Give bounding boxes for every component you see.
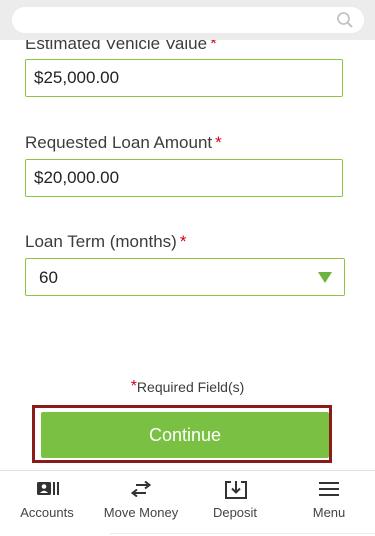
- loan-term-label-text: Loan Term (months): [25, 232, 177, 251]
- loan-term-label: Loan Term (months) *: [25, 232, 186, 252]
- tab-move-money-label: Move Money: [103, 505, 179, 520]
- transfer-arrows-icon: [131, 481, 151, 497]
- tab-move-money[interactable]: Move Money: [94, 471, 188, 536]
- bottom-tab-bar: Accounts Move Money Deposit Menu: [0, 470, 375, 536]
- tab-menu-label: Menu: [312, 505, 346, 520]
- top-search-bar: [0, 0, 375, 40]
- vehicle-value-input[interactable]: $25,000.00: [25, 59, 343, 97]
- divider: [110, 533, 375, 534]
- required-fields-note: *Required Field(s): [0, 378, 375, 396]
- loan-amount-input[interactable]: $20,000.00: [25, 159, 343, 197]
- continue-button[interactable]: Continue: [41, 412, 329, 458]
- deposit-icon: [225, 481, 247, 499]
- vehicle-value-text: $25,000.00: [34, 68, 120, 87]
- loan-amount-label: Requested Loan Amount *: [25, 133, 222, 153]
- required-note-text: Required Field(s): [136, 379, 245, 395]
- hamburger-menu-icon: [319, 482, 339, 496]
- tab-menu[interactable]: Menu: [282, 471, 375, 536]
- tab-deposit-label: Deposit: [212, 505, 258, 520]
- loan-amount-label-text: Requested Loan Amount: [25, 133, 213, 152]
- tab-accounts[interactable]: Accounts: [0, 471, 94, 536]
- search-input[interactable]: [12, 7, 364, 33]
- required-asterisk: *: [215, 133, 222, 152]
- search-icon[interactable]: [336, 11, 354, 29]
- caret-down-icon: [318, 272, 332, 283]
- loan-term-selected-value: 60: [39, 268, 58, 287]
- loan-term-select[interactable]: 60: [25, 258, 345, 296]
- tab-deposit[interactable]: Deposit: [188, 471, 282, 536]
- required-asterisk: *: [179, 232, 187, 251]
- tab-accounts-label: Accounts: [20, 505, 74, 520]
- accounts-icon: [37, 482, 59, 495]
- loan-amount-text: $20,000.00: [34, 168, 120, 187]
